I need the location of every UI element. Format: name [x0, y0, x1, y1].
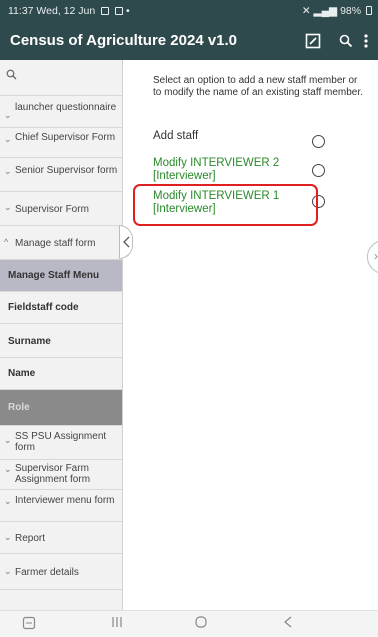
battery-icon: [366, 6, 372, 15]
chevron-down-icon: ⌄: [4, 166, 12, 176]
status-time-date: 11:37 Wed, 12 Jun: [8, 5, 96, 17]
chevron-down-icon: ⌄: [4, 134, 12, 144]
chevron-right-icon: ›: [374, 249, 378, 263]
message-notification-icon: [115, 7, 124, 15]
chevron-down-icon: ⌄: [4, 464, 12, 474]
sidebar-item-label: Chief Supervisor Form: [15, 132, 116, 143]
signal-icon: ▂▄▆: [313, 5, 338, 17]
chevron-left-icon: [122, 236, 129, 248]
sidebar-item-manage-staff-form[interactable]: ^ Manage staff form: [0, 226, 122, 260]
status-right: ✕ ▂▄▆ 98%: [302, 5, 372, 17]
status-left: 11:37 Wed, 12 Jun •: [8, 5, 130, 17]
sidebar-item-fieldstaff-code[interactable]: Fieldstaff code: [0, 292, 122, 324]
option-modify-interviewer-2-label[interactable]: Modify INTERVIEWER 2 [Interviewer]: [153, 157, 303, 183]
search-icon[interactable]: [333, 28, 359, 54]
sidebar-item-surname[interactable]: Surname: [0, 324, 122, 358]
highlight-annotation: [133, 184, 318, 226]
sidebar-item-label: Farmer details: [15, 567, 79, 578]
sidebar-item-label: Name: [8, 368, 36, 379]
app-title: Census of Agriculture 2024 v1.0: [10, 32, 238, 49]
sidebar-item-label: Manage Staff Menu: [8, 270, 100, 281]
option-modify-interviewer-2-radio[interactable]: [312, 164, 325, 177]
panel-expand-button[interactable]: ›: [367, 240, 378, 274]
chevron-down-icon: ⌄: [4, 532, 12, 542]
sidebar-search[interactable]: [0, 60, 122, 96]
instruction-text: Select an option to add a new staff memb…: [153, 75, 363, 98]
chevron-down-icon: ⌄: [4, 435, 12, 445]
overflow-menu-icon[interactable]: [358, 28, 374, 54]
recents-icon[interactable]: [110, 616, 124, 631]
home-icon[interactable]: [195, 616, 207, 631]
battery-level: 98%: [340, 5, 362, 17]
sidebar-item-role[interactable]: Role: [0, 390, 122, 426]
sidebar-item-supervisor-farm-assignment-form[interactable]: ⌄ Supervisor Farm Assignment form: [0, 460, 122, 490]
sidebar-item-senior-supervisor-form[interactable]: ⌄ Senior Supervisor form: [0, 158, 122, 192]
search-icon: [6, 69, 17, 80]
sidebar-item-manage-staff-menu[interactable]: Manage Staff Menu: [0, 260, 122, 292]
sidebar-item-interviewer-menu-form[interactable]: ⌄ Interviewer menu form: [0, 490, 122, 522]
sidebar-item-label: Manage staff form: [15, 238, 96, 249]
status-extra: •: [125, 5, 130, 17]
screenshot-icon[interactable]: [22, 616, 36, 633]
sidebar-item-label: Report: [15, 533, 46, 544]
option-add-staff-radio[interactable]: [312, 135, 325, 148]
system-nav-bar: [0, 610, 378, 637]
chevron-down-icon: ⌄: [4, 566, 12, 576]
edit-icon[interactable]: [300, 28, 326, 54]
sidebar-item-label: Senior Supervisor form: [15, 165, 118, 176]
mute-icon: ✕: [301, 5, 311, 17]
sidebar-item-farmer-details[interactable]: ⌄ Farmer details: [0, 554, 122, 590]
chevron-up-icon: ^: [4, 237, 9, 247]
sidebar-item-label: Supervisor Form: [15, 204, 89, 215]
sidebar-item-label: Role: [8, 402, 30, 413]
sidebar-item-name[interactable]: Name: [0, 358, 122, 390]
sidebar-item-label: Fieldstaff code: [8, 302, 79, 313]
status-bar: 11:37 Wed, 12 Jun • ✕ ▂▄▆ 98%: [0, 0, 378, 22]
sidebar-collapse-button[interactable]: [119, 225, 133, 259]
sidebar: ⌄ launcher questionnaire ⌄ Chief Supervi…: [0, 60, 123, 610]
app-bar: Census of Agriculture 2024 v1.0: [0, 22, 378, 60]
chevron-down-icon: ⌄: [4, 202, 12, 212]
sidebar-item-report[interactable]: ⌄ Report: [0, 522, 122, 554]
sidebar-item-label: Interviewer menu form: [15, 495, 115, 506]
sidebar-item-label: Supervisor Farm Assignment form: [15, 463, 91, 485]
chevron-down-icon: ⌄: [4, 110, 12, 120]
sidebar-item-chief-supervisor-form[interactable]: ⌄ Chief Supervisor Form: [0, 128, 122, 158]
sidebar-item-label: launcher questionnaire: [15, 102, 117, 113]
back-icon[interactable]: [283, 616, 293, 631]
sidebar-item-label: SS PSU Assignment form: [15, 431, 107, 453]
chevron-down-icon: ⌄: [4, 496, 12, 506]
option-add-staff-label[interactable]: Add staff: [153, 130, 198, 143]
gallery-notification-icon: [101, 7, 110, 15]
sidebar-item-launcher-questionnaire[interactable]: ⌄ launcher questionnaire: [0, 96, 122, 128]
sidebar-item-ss-psu-assignment-form[interactable]: ⌄ SS PSU Assignment form: [0, 426, 122, 460]
sidebar-item-supervisor-form[interactable]: ⌄ Supervisor Form: [0, 192, 122, 226]
sidebar-item-label: Surname: [8, 336, 51, 347]
